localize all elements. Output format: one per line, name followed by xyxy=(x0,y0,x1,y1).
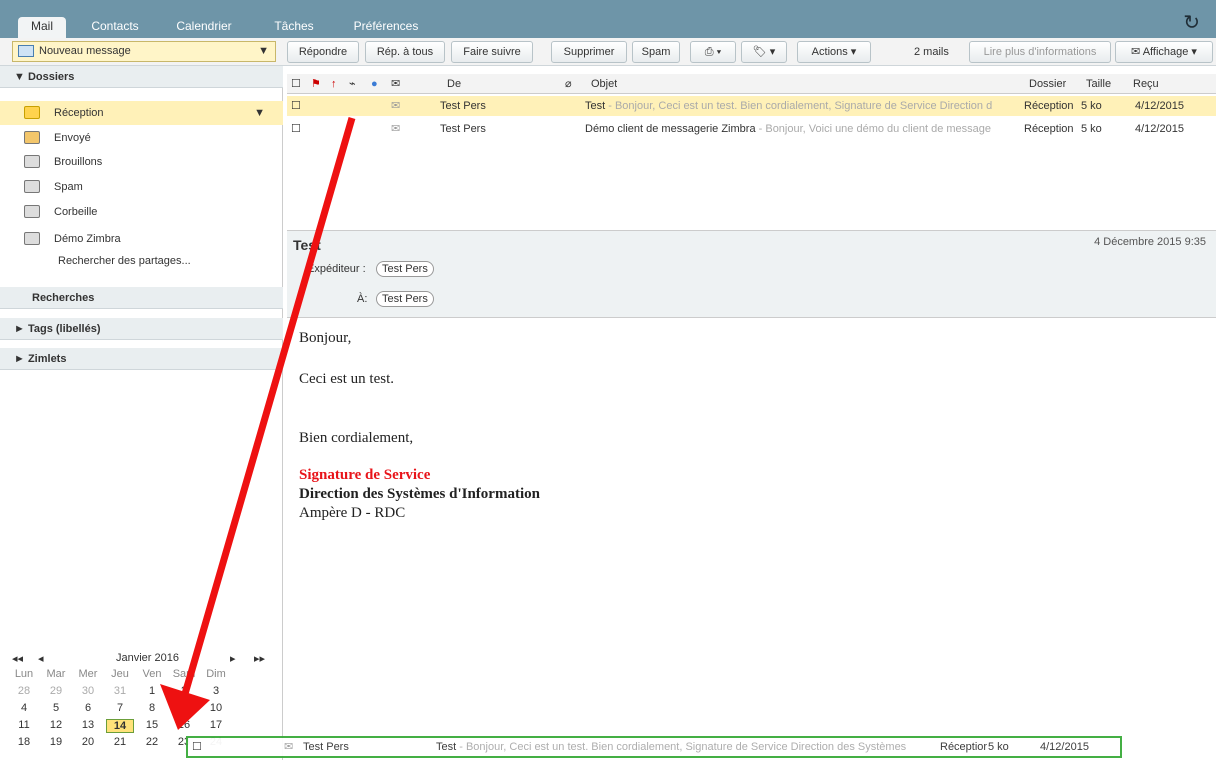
drag-arrow-overlay xyxy=(160,117,356,730)
drag-arrow-line xyxy=(174,117,356,719)
